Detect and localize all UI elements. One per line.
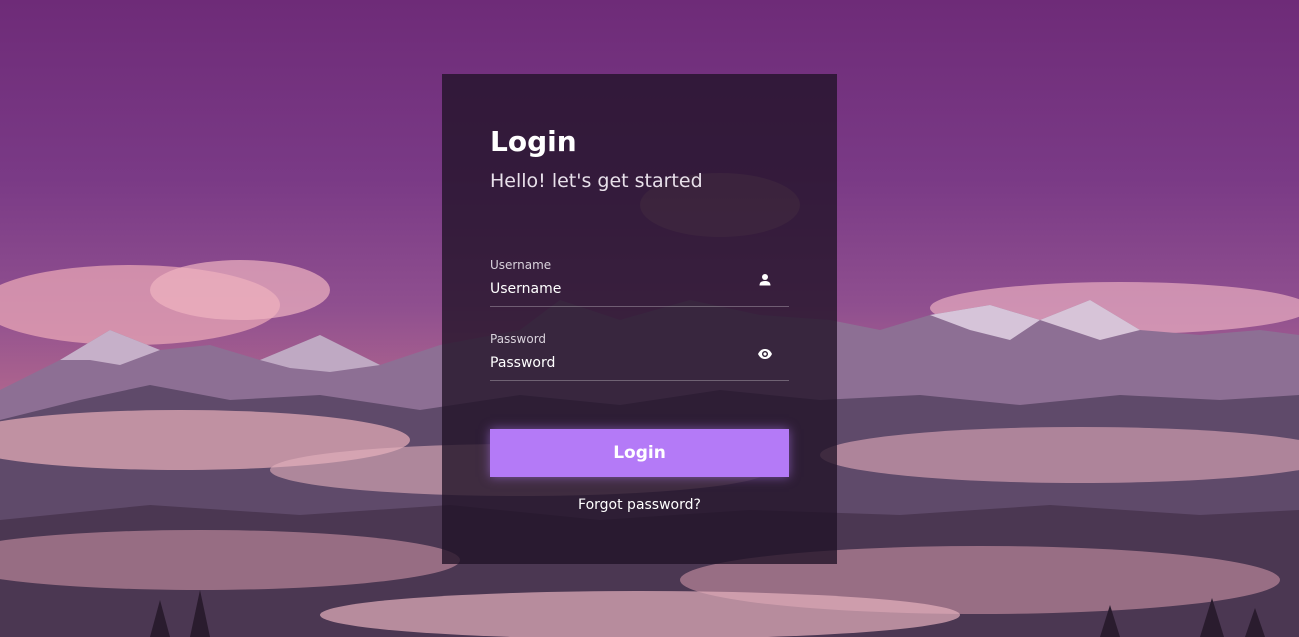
password-field: Password (490, 332, 789, 381)
password-input[interactable] (490, 352, 745, 374)
login-subtitle: Hello! let's get started (490, 170, 703, 192)
username-label: Username (490, 258, 552, 272)
username-input[interactable] (490, 278, 745, 300)
password-label: Password (490, 332, 547, 346)
forgot-password-link[interactable]: Forgot password? (442, 497, 837, 513)
page-title: Login (490, 125, 577, 158)
username-field: Username (490, 258, 789, 307)
eye-icon[interactable] (757, 346, 773, 362)
user-icon (759, 274, 771, 286)
login-card: Login Hello! let's get started Username … (442, 74, 837, 564)
login-button[interactable]: Login (490, 429, 789, 477)
